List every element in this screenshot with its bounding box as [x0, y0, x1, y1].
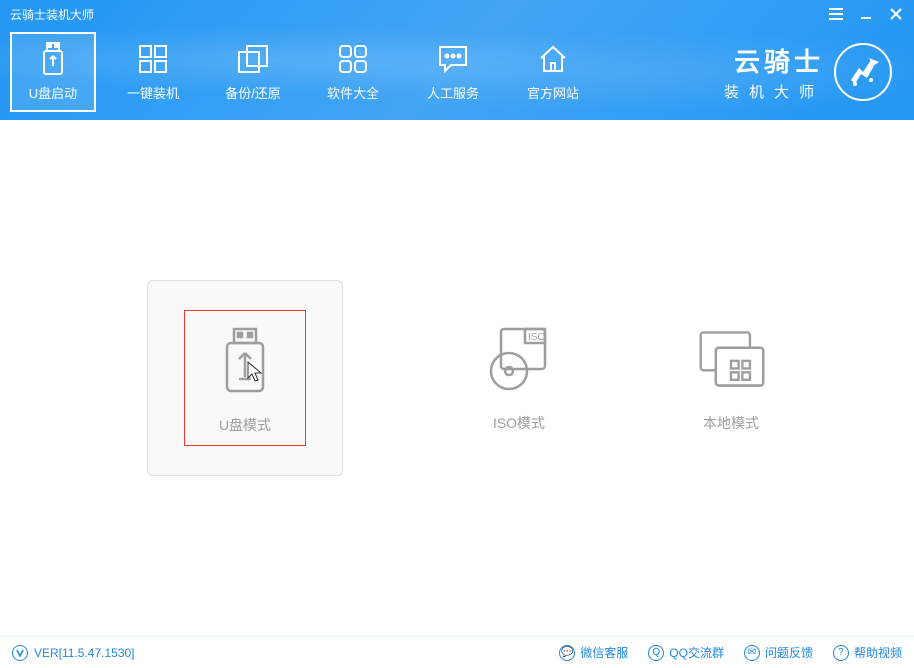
help-icon: ?: [833, 645, 849, 661]
nav-label: 软件大全: [327, 83, 379, 102]
home-icon: [537, 43, 569, 75]
footer-feedback[interactable]: ✉ 问题反馈: [744, 644, 813, 661]
apps-icon: [337, 43, 369, 75]
footer-qq[interactable]: Q QQ交流群: [648, 644, 724, 661]
mode-label: 本地模式: [703, 413, 759, 433]
footer-link-label: 问题反馈: [765, 644, 813, 661]
nav-usb-boot[interactable]: U盘启动: [10, 32, 96, 112]
mode-iso[interactable]: ISO ISO模式: [483, 323, 555, 433]
footer-help[interactable]: ? 帮助视频: [833, 644, 902, 661]
header: 云骑士装机大师 U盘启动: [0, 0, 914, 120]
svg-text:ISO: ISO: [528, 332, 545, 343]
brand-name: 云骑士: [724, 42, 824, 79]
version-text: VER[11.5.47.1530]: [34, 646, 135, 660]
footer-link-label: 帮助视频: [854, 644, 902, 661]
nav-label: 人工服务: [427, 83, 479, 102]
nav-support[interactable]: 人工服务: [410, 32, 496, 112]
usb-icon: [37, 43, 69, 75]
backup-icon: [237, 43, 269, 75]
footer-wechat[interactable]: 💬 微信客服: [559, 644, 628, 661]
nav-backup[interactable]: 备份/还原: [210, 32, 296, 112]
window-controls: [828, 6, 904, 22]
footer: VER[11.5.47.1530] 💬 微信客服 Q QQ交流群 ✉ 问题反馈 …: [0, 636, 914, 668]
nav-label: 备份/还原: [225, 83, 281, 102]
wechat-icon: 💬: [559, 645, 575, 661]
mode-local[interactable]: 本地模式: [695, 323, 767, 433]
chat-icon: [437, 43, 469, 75]
brand: 云骑士 装机大师: [724, 42, 904, 102]
titlebar: 云骑士装机大师: [0, 0, 914, 24]
nav-label: U盘启动: [29, 83, 77, 102]
nav-label: 官方网站: [527, 83, 579, 102]
mode-usb[interactable]: U盘模式: [147, 280, 343, 476]
nav-software[interactable]: 软件大全: [310, 32, 396, 112]
footer-link-label: 微信客服: [580, 644, 628, 661]
windows-icon: [137, 43, 169, 75]
main-content: U盘模式 ISO ISO模式 本地模式: [0, 120, 914, 636]
cursor-icon: [247, 361, 265, 383]
nav-label: 一键装机: [127, 83, 179, 102]
version-info[interactable]: VER[11.5.47.1530]: [12, 645, 135, 661]
app-title: 云骑士装机大师: [10, 6, 94, 23]
nav-one-click[interactable]: 一键装机: [110, 32, 196, 112]
menu-icon[interactable]: [828, 6, 844, 22]
usb-mode-icon: [209, 325, 281, 397]
mode-label: ISO模式: [493, 413, 545, 433]
nav-website[interactable]: 官方网站: [510, 32, 596, 112]
qq-icon: Q: [648, 645, 664, 661]
close-icon[interactable]: [888, 6, 904, 22]
nav-bar: U盘启动 一键装机 备份/还原: [0, 24, 914, 120]
minimize-icon[interactable]: [858, 6, 874, 22]
local-mode-icon: [695, 323, 767, 395]
mode-label: U盘模式: [219, 415, 271, 435]
footer-link-label: QQ交流群: [669, 644, 724, 661]
footer-links: 💬 微信客服 Q QQ交流群 ✉ 问题反馈 ? 帮助视频: [559, 644, 902, 661]
feedback-icon: ✉: [744, 645, 760, 661]
brand-tagline: 装机大师: [724, 81, 824, 102]
iso-mode-icon: ISO: [483, 323, 555, 395]
version-icon: [12, 645, 28, 661]
brand-logo: [834, 43, 892, 101]
